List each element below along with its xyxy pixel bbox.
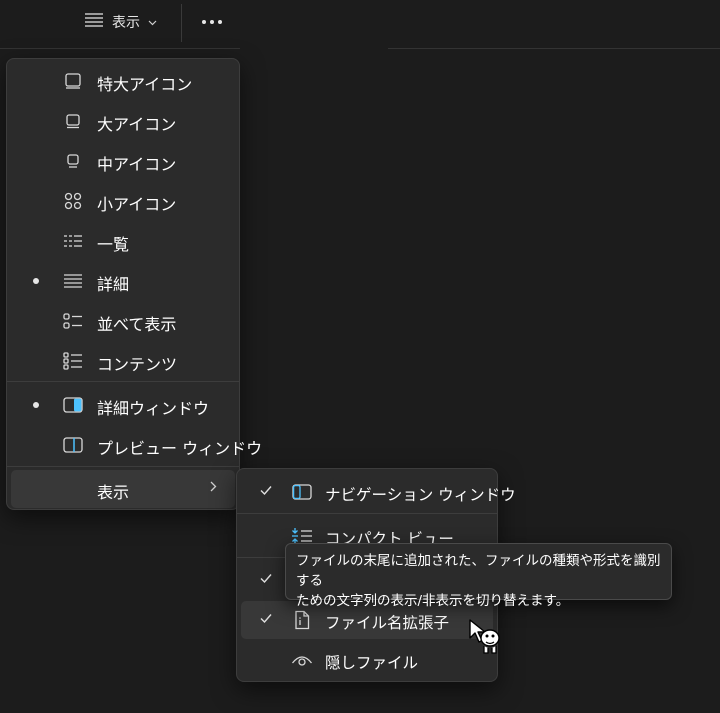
mouse-cursor-icon [469, 619, 500, 654]
menu-item-label: 小アイコン [97, 195, 177, 214]
divider-line [388, 48, 720, 49]
menu-separator [237, 513, 497, 514]
menu-item-preview-pane[interactable]: プレビュー ウィンドウ [11, 426, 262, 464]
tooltip-line: ファイルの末尾に追加された、ファイルの種類や形式を識別する [296, 553, 661, 589]
menu-item-large-icons[interactable]: 大アイコン [11, 102, 235, 140]
menu-item-label: 表示 [97, 483, 130, 502]
file-extension-icon [291, 610, 313, 630]
tooltip-line: ための文字列の表示/非表示を切り替えます。 [296, 593, 570, 609]
selected-bullet [33, 278, 39, 284]
menu-item-list[interactable]: 一覧 [11, 222, 235, 260]
menu-item-details-pane[interactable]: 詳細ウィンドウ [11, 386, 235, 424]
checkmark-icon [260, 486, 272, 496]
details-icon [62, 271, 84, 291]
menu-item-medium-icons[interactable]: 中アイコン [11, 142, 235, 180]
menu-item-label: コンテンツ [97, 355, 178, 374]
menu-item-label: 大アイコン [97, 115, 177, 134]
large-icons-icon [62, 111, 84, 131]
menu-item-label: 特大アイコン [97, 75, 193, 94]
menu-item-label: 一覧 [97, 235, 130, 254]
submenu-item-label: ナビゲーション ウィンドウ [325, 486, 516, 504]
submenu-item-label: 隠しファイル [325, 654, 419, 672]
view-menu: 特大アイコン 大アイコン 中アイコン 小アイコン 一覧 詳細 並べて表示 コンテ… [6, 58, 262, 510]
menu-item-label: 詳細ウィンドウ [97, 399, 210, 418]
divider-line [0, 48, 240, 49]
chevron-down-icon [148, 14, 157, 30]
menu-item-label: 並べて表示 [97, 315, 177, 334]
menu-item-tiles[interactable]: 並べて表示 [11, 302, 235, 340]
medium-icons-icon [62, 151, 84, 171]
more-dots-icon [202, 20, 222, 24]
extra-large-icons-icon [62, 71, 84, 91]
details-pane-icon [62, 395, 84, 415]
menu-item-label: 中アイコン [97, 155, 177, 174]
tooltip: ファイルの末尾に追加された、ファイルの種類や形式を識別する ための文字列の表示/… [285, 543, 672, 609]
checkmark-icon [260, 614, 272, 624]
menu-separator [7, 466, 239, 467]
view-button-label: 表示 [112, 15, 140, 31]
small-icons-icon [62, 191, 84, 211]
preview-pane-icon [62, 435, 84, 455]
submenu-item-hidden-files[interactable]: 隠しファイル [241, 641, 493, 679]
navigation-pane-icon [291, 482, 313, 502]
hidden-files-icon [291, 650, 313, 670]
submenu-item-navigation-pane[interactable]: ナビゲーション ウィンドウ [241, 473, 516, 511]
selected-bullet [33, 402, 39, 408]
menu-item-extra-large-icons[interactable]: 特大アイコン [11, 62, 235, 100]
content-icon [62, 351, 84, 371]
menu-item-show[interactable]: 表示 [11, 470, 235, 508]
view-button[interactable]: 表示 [78, 6, 170, 38]
view-icon [84, 13, 104, 31]
chevron-right-icon [210, 480, 217, 496]
command-bar: 表示 [0, 0, 720, 46]
tiles-icon [62, 311, 84, 331]
list-icon [62, 231, 84, 251]
more-options-button[interactable] [196, 10, 228, 34]
menu-item-label: 詳細 [97, 275, 130, 294]
menu-item-small-icons[interactable]: 小アイコン [11, 182, 235, 220]
checkmark-icon [260, 574, 272, 584]
menu-item-details[interactable]: 詳細 [11, 262, 235, 300]
submenu-item-label: ファイル名拡張子 [325, 614, 450, 632]
toolbar-separator [181, 4, 182, 42]
menu-item-label: プレビュー ウィンドウ [97, 439, 263, 458]
menu-item-content[interactable]: コンテンツ [11, 342, 235, 380]
menu-separator [7, 381, 239, 382]
